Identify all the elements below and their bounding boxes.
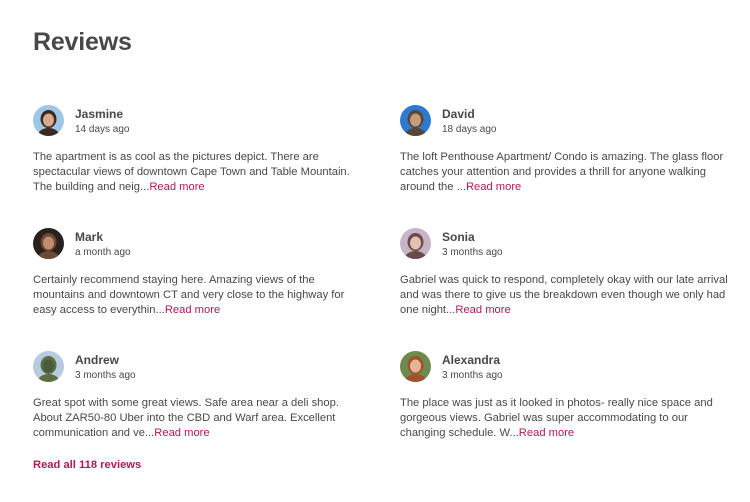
- review-text: Certainly recommend staying here. Amazin…: [33, 273, 363, 318]
- read-all-reviews-link[interactable]: Read all 118 reviews: [33, 459, 141, 471]
- review-date: 18 days ago: [442, 124, 497, 135]
- avatar[interactable]: [33, 351, 64, 382]
- review-text: Gabriel was quick to respond, completely…: [400, 273, 730, 318]
- review-date: 14 days ago: [75, 124, 130, 135]
- reviews-heading: Reviews: [33, 28, 132, 56]
- review-card: David 18 days ago The loft Penthouse Apa…: [400, 105, 730, 195]
- reviewer-name: Andrew: [75, 353, 120, 367]
- read-more-link[interactable]: Read more: [165, 304, 220, 316]
- review-date: a month ago: [75, 247, 131, 258]
- review-header: Jasmine 14 days ago: [33, 105, 363, 137]
- review-text: The loft Penthouse Apartment/ Condo is a…: [400, 150, 730, 195]
- review-header: Mark a month ago: [33, 228, 363, 260]
- avatar[interactable]: [33, 105, 64, 136]
- avatar[interactable]: [400, 228, 431, 259]
- review-text: The apartment is as cool as the pictures…: [33, 150, 363, 195]
- reviewer-name: Alexandra: [442, 353, 501, 367]
- review-header: Andrew 3 months ago: [33, 351, 363, 383]
- review-card: Jasmine 14 days ago The apartment is as …: [33, 105, 363, 195]
- avatar[interactable]: [33, 228, 64, 259]
- review-header: David 18 days ago: [400, 105, 730, 137]
- review-card: Mark a month ago Certainly recommend sta…: [33, 228, 363, 318]
- review-text-content: The loft Penthouse Apartment/ Condo is a…: [400, 151, 724, 193]
- read-more-link[interactable]: Read more: [466, 181, 521, 193]
- review-header: Alexandra 3 months ago: [400, 351, 730, 383]
- review-date: 3 months ago: [442, 370, 503, 381]
- read-more-link[interactable]: Read more: [149, 181, 204, 193]
- avatar[interactable]: [400, 351, 431, 382]
- reviewer-name: David: [442, 107, 475, 121]
- reviewer-name: Mark: [75, 230, 104, 244]
- review-date: 3 months ago: [75, 370, 136, 381]
- reviewer-name: Sonia: [442, 230, 475, 244]
- avatar[interactable]: [400, 105, 431, 136]
- review-text-content: Gabriel was quick to respond, completely…: [400, 274, 728, 316]
- read-more-link[interactable]: Read more: [519, 427, 574, 439]
- review-text: Great spot with some great views. Safe a…: [33, 396, 363, 441]
- review-card: Alexandra 3 months ago The place was jus…: [400, 351, 730, 441]
- review-text: The place was just as it looked in photo…: [400, 396, 730, 441]
- read-more-link[interactable]: Read more: [154, 427, 209, 439]
- review-card: Andrew 3 months ago Great spot with some…: [33, 351, 363, 441]
- read-more-link[interactable]: Read more: [455, 304, 510, 316]
- review-card: Sonia 3 months ago Gabriel was quick to …: [400, 228, 730, 318]
- review-date: 3 months ago: [442, 247, 503, 258]
- reviewer-name: Jasmine: [75, 107, 124, 121]
- review-header: Sonia 3 months ago: [400, 228, 730, 260]
